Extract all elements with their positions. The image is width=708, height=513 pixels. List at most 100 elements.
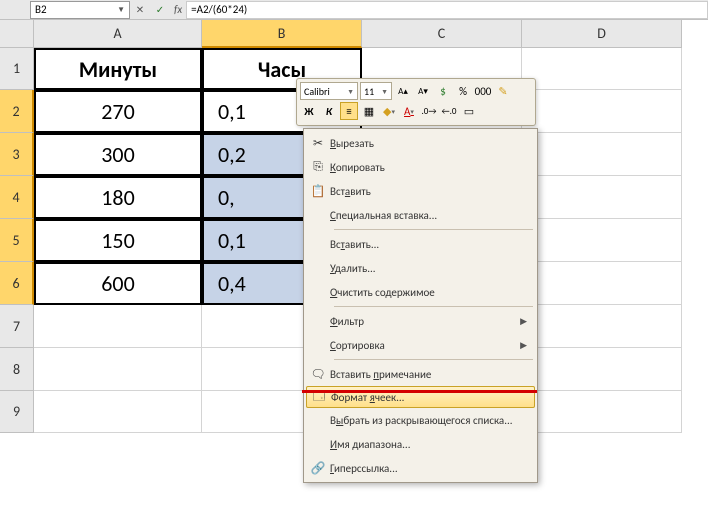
submenu-arrow-icon: ▶ [520, 340, 527, 351]
row-header-9[interactable]: 9 [0, 391, 34, 433]
blank-icon [306, 408, 330, 432]
menu-label: Вырезать [330, 137, 527, 150]
font-size-selector[interactable]: 11▼ [360, 82, 392, 100]
italic-button[interactable]: К [320, 102, 338, 120]
menu-item-сортировка[interactable]: Сортировка▶ [306, 333, 535, 357]
comment-icon: 🗨 [306, 362, 330, 386]
menu-item-очистить-содержимое[interactable]: Очистить содержимое [306, 280, 535, 304]
blank-icon [306, 256, 330, 280]
font-color-icon[interactable]: A▾ [400, 102, 418, 120]
blank-icon [306, 432, 330, 456]
formula-bar: B2 ▼ ✕ ✓ fx =A2/(60*24) [0, 0, 708, 20]
row-headers: 123456789 [0, 48, 34, 433]
formula-text: =A2/(60*24) [191, 3, 247, 16]
menu-item-вставить-[interactable]: Вставить... [306, 232, 535, 256]
decrease-decimal-icon[interactable]: .0→ [420, 102, 438, 120]
menu-item-копировать[interactable]: ⎘Копировать [306, 155, 535, 179]
menu-item-выбрать-из-раскрывающегося-списка-[interactable]: Выбрать из раскрывающегося списка... [306, 408, 535, 432]
name-box[interactable]: B2 ▼ [30, 1, 130, 19]
column-header-C[interactable]: C [362, 20, 522, 48]
percent-icon[interactable]: % [454, 82, 472, 100]
paste-icon: 📋 [306, 179, 330, 203]
cell-D9[interactable] [522, 391, 682, 433]
cell-A1[interactable]: Минуты [34, 48, 202, 90]
format-icon: 🗔 [307, 385, 331, 409]
cell-D7[interactable] [522, 305, 682, 348]
cell-A2[interactable]: 270 [34, 90, 202, 133]
row-header-7[interactable]: 7 [0, 305, 34, 348]
menu-label: Гиперссылка... [330, 462, 527, 475]
cell-A9[interactable] [34, 391, 202, 433]
comma-style-icon[interactable]: 000 [474, 82, 492, 100]
cell-A7[interactable] [34, 305, 202, 348]
cell-A4[interactable]: 180 [34, 176, 202, 219]
menu-label: Вставить примечание [330, 368, 527, 381]
blank-icon [306, 280, 330, 304]
menu-label: Сортировка [330, 339, 520, 352]
menu-separator [334, 306, 533, 307]
cell-D1[interactable] [522, 48, 682, 90]
column-header-A[interactable]: A [34, 20, 202, 48]
cell-A3[interactable]: 300 [34, 133, 202, 176]
row-header-2[interactable]: 2 [0, 90, 34, 133]
dropdown-arrow-icon[interactable]: ▼ [117, 5, 125, 15]
cell-A5[interactable]: 150 [34, 219, 202, 262]
borders-icon[interactable]: ▦ [360, 102, 378, 120]
menu-item-имя-диапазона-[interactable]: Имя диапазона... [306, 432, 535, 456]
menu-label: Очистить содержимое [330, 286, 527, 299]
submenu-arrow-icon: ▶ [520, 316, 527, 327]
column-header-D[interactable]: D [522, 20, 682, 48]
merge-cells-icon[interactable]: ▭ [460, 102, 478, 120]
blank-icon [306, 232, 330, 256]
menu-item-вставить-примечание[interactable]: 🗨Вставить примечание [306, 362, 535, 386]
row-header-8[interactable]: 8 [0, 348, 34, 391]
cell-D6[interactable] [522, 262, 682, 305]
menu-item-вставить[interactable]: 📋Вставить [306, 179, 535, 203]
menu-label: Специальная вставка... [330, 209, 527, 222]
highlight-underline [302, 390, 537, 393]
link-icon: 🔗 [306, 456, 330, 480]
column-header-B[interactable]: B [202, 20, 362, 48]
cell-D5[interactable] [522, 219, 682, 262]
select-all-corner[interactable] [0, 20, 34, 48]
row-header-6[interactable]: 6 [0, 262, 34, 305]
row-header-1[interactable]: 1 [0, 48, 34, 90]
format-painter-icon[interactable]: ✎ [494, 82, 512, 100]
currency-icon[interactable]: $ [434, 82, 452, 100]
menu-label: Вставить... [330, 238, 527, 251]
cancel-icon[interactable]: ✕ [131, 1, 149, 19]
row-header-5[interactable]: 5 [0, 219, 34, 262]
cut-icon: ✂ [306, 131, 330, 155]
align-center-button[interactable]: ≡ [340, 102, 358, 120]
row-header-3[interactable]: 3 [0, 133, 34, 176]
cell-A6[interactable]: 600 [34, 262, 202, 305]
cell-D4[interactable] [522, 176, 682, 219]
grow-font-icon[interactable]: A▴ [394, 82, 412, 100]
context-menu: ✂Вырезать⎘Копировать📋ВставитьСпециальная… [303, 128, 538, 483]
menu-separator [334, 229, 533, 230]
mini-toolbar: Calibri▼ 11▼ A▴ A▾ $ % 000 ✎ Ж К ≡ ▦ ◆▾ … [296, 78, 536, 126]
shrink-font-icon[interactable]: A▾ [414, 82, 432, 100]
confirm-icon[interactable]: ✓ [151, 1, 169, 19]
copy-icon: ⎘ [306, 155, 330, 179]
menu-item-вырезать[interactable]: ✂Вырезать [306, 131, 535, 155]
menu-item-удалить-[interactable]: Удалить... [306, 256, 535, 280]
menu-separator [334, 359, 533, 360]
menu-item-фильтр[interactable]: Фильтр▶ [306, 309, 535, 333]
cell-D8[interactable] [522, 348, 682, 391]
menu-item-специальная-вставка-[interactable]: Специальная вставка... [306, 203, 535, 227]
blank-icon [306, 203, 330, 227]
fx-icon[interactable]: fx [174, 3, 182, 16]
font-selector[interactable]: Calibri▼ [300, 82, 358, 100]
increase-decimal-icon[interactable]: ←.0 [440, 102, 458, 120]
row-header-4[interactable]: 4 [0, 176, 34, 219]
cell-D2[interactable] [522, 90, 682, 133]
menu-label: Копировать [330, 161, 527, 174]
cell-A8[interactable] [34, 348, 202, 391]
formula-input[interactable]: =A2/(60*24) [186, 1, 708, 19]
bold-button[interactable]: Ж [300, 102, 318, 120]
fill-color-icon[interactable]: ◆▾ [380, 102, 398, 120]
cell-D3[interactable] [522, 133, 682, 176]
menu-label: Выбрать из раскрывающегося списка... [330, 414, 527, 427]
menu-item-гиперссылка-[interactable]: 🔗Гиперссылка... [306, 456, 535, 480]
